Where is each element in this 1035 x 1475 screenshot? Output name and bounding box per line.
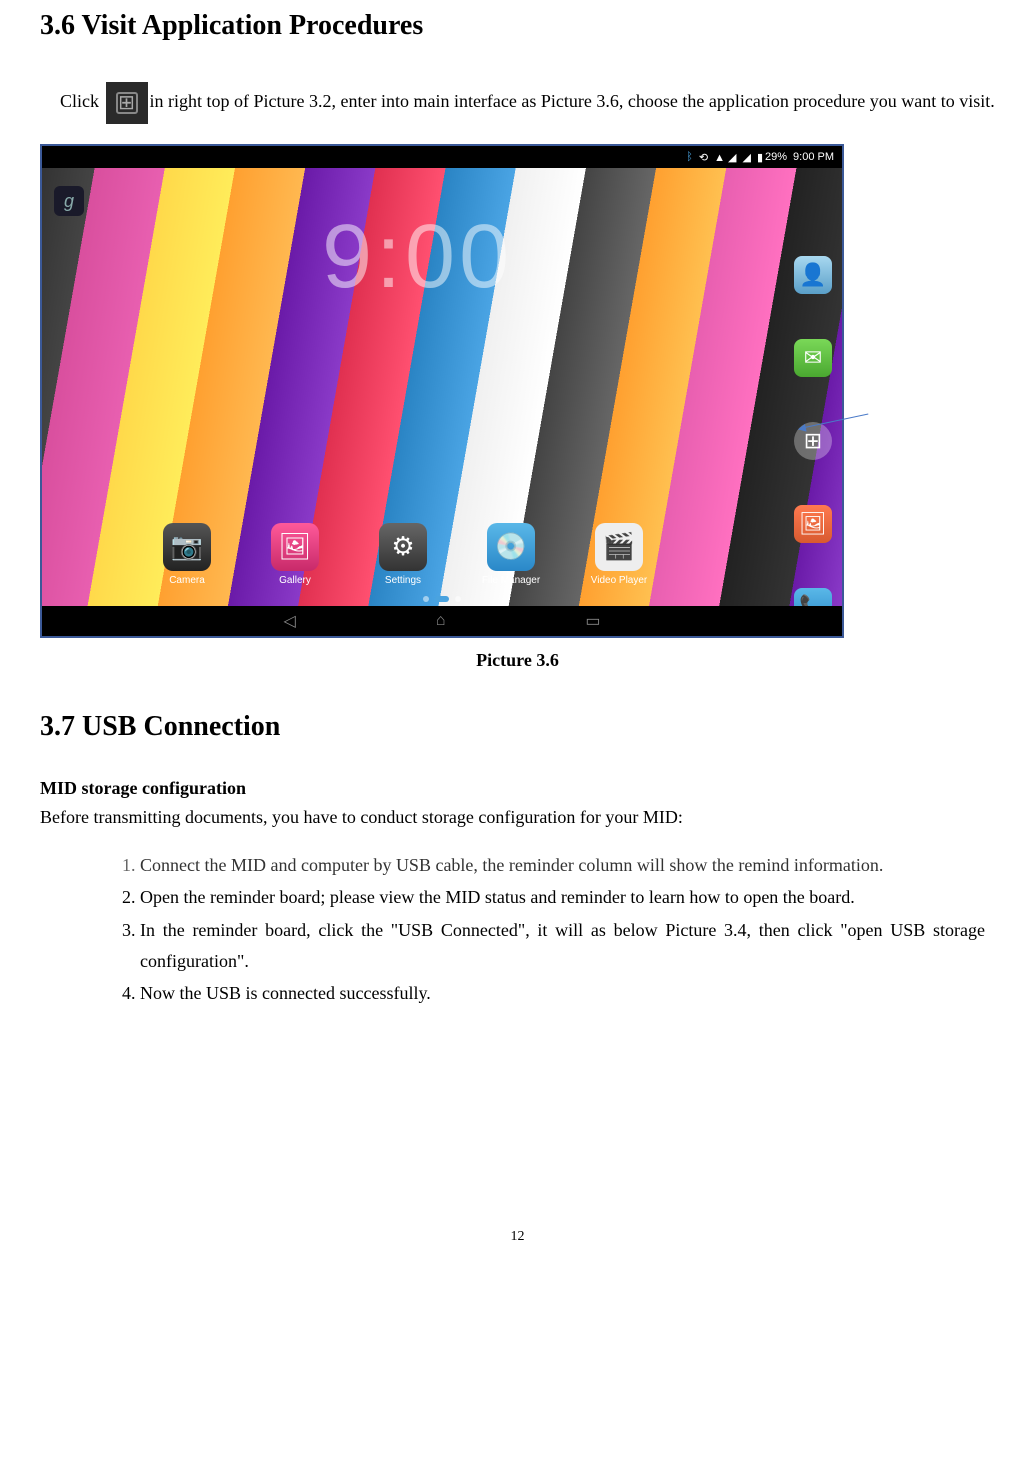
status-bar: ᛒ ⟲ ▲ ◢ ◢ ▮ 29% 9:00 PM xyxy=(42,146,842,168)
side-dock: 👤 ✉ ⊞ 🖼 📞 xyxy=(794,256,832,626)
intro-text-37: Before transmitting documents, you have … xyxy=(40,803,995,832)
gallery-label: Gallery xyxy=(279,575,311,586)
dock-filemanager[interactable]: 💿 File Manager xyxy=(476,523,546,586)
back-button[interactable]: ◁ xyxy=(283,611,295,631)
steps-list: Connect the MID and computer by USB cabl… xyxy=(40,850,995,1009)
text-before-icon: Click xyxy=(60,91,104,111)
gallery-side-icon[interactable]: 🖼 xyxy=(794,505,832,543)
bluetooth-icon: ᛒ xyxy=(686,151,693,163)
step-1: Connect the MID and computer by USB cabl… xyxy=(140,850,985,881)
text-after-icon: in right top of Picture 3.2, enter into … xyxy=(150,91,995,111)
page-dot xyxy=(455,596,461,602)
gallery-icon: 🖼 xyxy=(271,523,319,571)
status-time: 9:00 PM xyxy=(793,151,834,163)
page-dot-active xyxy=(435,596,449,602)
google-search-icon[interactable]: g xyxy=(54,186,84,216)
section-heading-36: 3.6 Visit Application Procedures xyxy=(40,10,995,42)
filemanager-label: File Manager xyxy=(482,575,540,586)
messages-icon[interactable]: ✉ xyxy=(794,339,832,377)
figure-3-6-container: ᛒ ⟲ ▲ ◢ ◢ ▮ 29% 9:00 PM g 9:00 👤 ✉ ⊞ 🖼 📞 xyxy=(40,144,995,638)
recent-button[interactable]: ▭ xyxy=(585,611,600,631)
step-2: Open the reminder board; please view the… xyxy=(140,882,985,913)
paragraph-36: Click in right top of Picture 3.2, enter… xyxy=(60,82,995,124)
step-3: In the reminder board, click the "USB Co… xyxy=(140,915,985,976)
dock-gallery[interactable]: 🖼 Gallery xyxy=(260,523,330,586)
camera-icon: 📷 xyxy=(163,523,211,571)
settings-label: Settings xyxy=(385,575,421,586)
video-player-icon: 🎬 xyxy=(595,523,643,571)
battery-icon: ▮ xyxy=(757,151,763,164)
dock-videoplayer[interactable]: 🎬 Video Player xyxy=(584,523,654,586)
section-heading-37: 3.7 USB Connection xyxy=(40,711,995,743)
settings-icon: ⚙ xyxy=(379,523,427,571)
bottom-dock: 📷 Camera 🖼 Gallery ⚙ Settings 💿 File Man… xyxy=(152,523,654,586)
battery-indicator: ▮ 29% xyxy=(757,151,787,164)
file-manager-icon: 💿 xyxy=(487,523,535,571)
battery-percent: 29% xyxy=(765,151,787,163)
dock-camera[interactable]: 📷 Camera xyxy=(152,523,222,586)
step-4: Now the USB is connected successfully. xyxy=(140,978,985,1009)
page-indicator xyxy=(423,596,461,602)
home-button[interactable]: ⌂ xyxy=(436,612,446,630)
camera-label: Camera xyxy=(169,575,205,586)
figure-caption: Picture 3.6 xyxy=(40,650,995,671)
android-home-screenshot: ᛒ ⟲ ▲ ◢ ◢ ▮ 29% 9:00 PM g 9:00 👤 ✉ ⊞ 🖼 📞 xyxy=(40,144,844,638)
videoplayer-label: Video Player xyxy=(591,575,648,586)
signal-icon: ◢ xyxy=(742,151,750,164)
sync-icon: ⟲ xyxy=(699,151,708,164)
clock-widget: 9:00 xyxy=(322,206,513,309)
subheading-mid-storage: MID storage configuration xyxy=(40,778,995,799)
page-number: 12 xyxy=(40,1229,995,1245)
contacts-icon[interactable]: 👤 xyxy=(794,256,832,294)
navigation-bar: ◁ ⌂ ▭ xyxy=(42,606,842,636)
apps-grid-icon xyxy=(106,82,148,124)
wifi-icon: ▲ ◢ xyxy=(714,151,736,164)
dock-settings[interactable]: ⚙ Settings xyxy=(368,523,438,586)
page-dot xyxy=(423,596,429,602)
